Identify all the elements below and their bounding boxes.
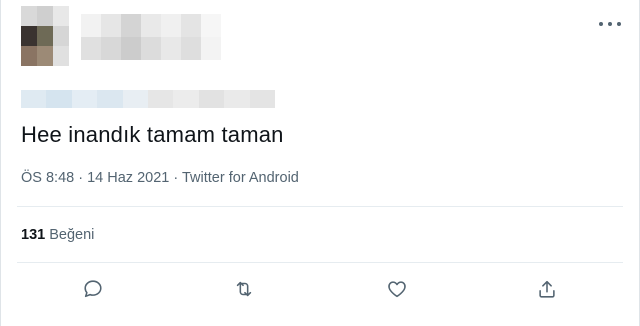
meta-separator: · bbox=[78, 170, 84, 186]
dot bbox=[599, 22, 603, 26]
divider bbox=[17, 262, 623, 263]
tweet-text: Hee inandık tamam taman bbox=[21, 122, 284, 147]
tweet-card: Hee inandık tamam taman ÖS 8:48 · 14 Haz… bbox=[0, 0, 640, 326]
share-button[interactable] bbox=[532, 274, 562, 304]
share-icon bbox=[539, 280, 555, 298]
handle-redacted[interactable] bbox=[21, 90, 275, 108]
more-options-icon[interactable] bbox=[599, 18, 621, 30]
retweet-icon bbox=[236, 281, 252, 297]
tweet-meta: ÖS 8:48 · 14 Haz 2021 · Twitter for Andr… bbox=[21, 170, 299, 186]
reply-button[interactable] bbox=[78, 274, 108, 304]
divider bbox=[17, 206, 623, 207]
avatar[interactable] bbox=[21, 6, 69, 68]
reply-icon bbox=[84, 280, 102, 298]
display-name-redacted[interactable] bbox=[81, 14, 241, 60]
tweet-date[interactable]: 14 Haz 2021 bbox=[87, 170, 169, 186]
likes-count: 131 bbox=[21, 227, 46, 243]
retweet-button[interactable] bbox=[229, 274, 259, 304]
dot bbox=[617, 22, 621, 26]
likes-stat[interactable]: 131 Beğeni bbox=[21, 227, 94, 243]
tweet-time[interactable]: ÖS 8:48 bbox=[21, 170, 74, 186]
meta-separator: · bbox=[173, 170, 179, 186]
like-icon bbox=[388, 281, 406, 298]
dot bbox=[608, 22, 612, 26]
tweet-source[interactable]: Twitter for Android bbox=[182, 170, 299, 186]
like-button[interactable] bbox=[382, 274, 412, 304]
action-bar bbox=[1, 268, 640, 308]
likes-label: Beğeni bbox=[49, 227, 95, 243]
